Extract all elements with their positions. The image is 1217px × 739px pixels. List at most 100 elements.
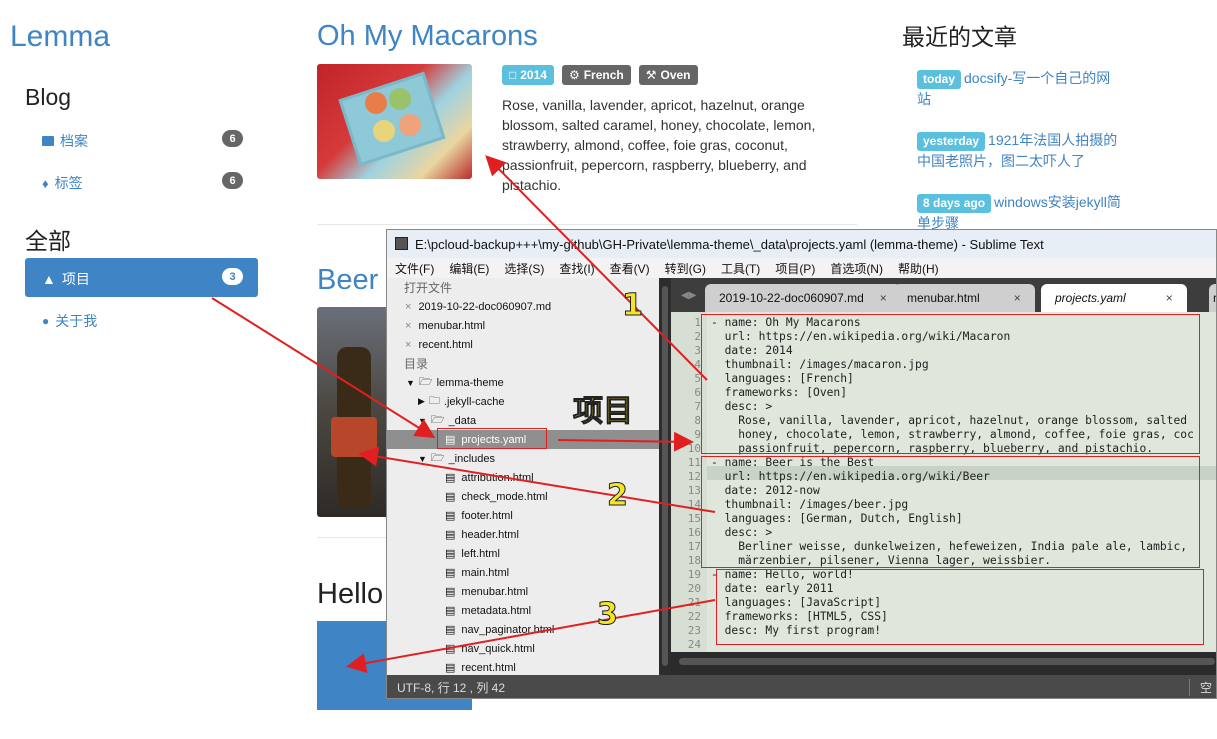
sidebar-item-archive[interactable]: 档案	[42, 131, 88, 151]
tree-file[interactable]: ▤ header.html	[445, 525, 519, 544]
line-number: 14	[687, 498, 701, 511]
tree-file[interactable]: ▤ check_mode.html	[445, 487, 548, 506]
tree-folder-root[interactable]: ▼ 🗁 lemma-theme	[406, 373, 504, 392]
site-title[interactable]: Lemma	[10, 20, 160, 54]
file-label: nav_paginator.html	[461, 623, 555, 636]
sidebar-item-about[interactable]: ● 关于我	[42, 311, 97, 331]
tree-file[interactable]: ▤ attribution.html	[445, 468, 534, 487]
tab-label: menubar.html	[907, 291, 980, 305]
file-label: main.html	[461, 566, 510, 579]
sidebar-scrollbar[interactable]	[659, 278, 671, 675]
close-icon[interactable]: ×	[405, 301, 411, 313]
tree-file[interactable]: ▤ footer.html	[445, 506, 513, 525]
line-number: 9	[694, 428, 701, 441]
close-icon[interactable]: ×	[880, 291, 887, 305]
tree-file[interactable]: ▤ nav_paginator.html	[445, 620, 554, 639]
line-number: 6	[694, 386, 701, 399]
annotation-number-2: 2	[607, 478, 629, 514]
status-text: UTF-8, 行 12 , 列 42	[397, 681, 506, 695]
tab-overflow[interactable]: r	[1209, 284, 1216, 312]
tab-menubar[interactable]: menubar.html ×	[893, 284, 1035, 312]
recent-post-item[interactable]: today docsify-写一个自己的网站	[917, 68, 1122, 109]
scrollbar-thumb[interactable]	[679, 658, 1215, 665]
menu-goto[interactable]: 转到(G)	[657, 260, 713, 277]
projects-count-badge: 3	[222, 268, 243, 285]
file-label: header.html	[461, 528, 519, 541]
language-icon: ⚙	[568, 68, 580, 82]
file-icon: ▤	[445, 662, 456, 674]
close-icon[interactable]: ×	[405, 339, 411, 351]
open-file-item[interactable]: × 2019-10-22-doc060907.md	[405, 297, 551, 316]
sidebar-item-label: 标签	[54, 175, 83, 191]
post-title-beer[interactable]: Beer	[317, 264, 378, 297]
post-title-macarons[interactable]: Oh My Macarons	[317, 20, 538, 53]
folder-label: _data	[448, 414, 477, 427]
tree-folder-jekyll-cache[interactable]: ▶ 🗀 .jekyll-cache	[418, 392, 504, 411]
menu-help[interactable]: 帮助(H)	[890, 260, 946, 277]
file-icon: ▤	[445, 624, 456, 636]
scrollbar-thumb[interactable]	[662, 286, 668, 666]
sidebar-item-tags[interactable]: ♦ 标签	[42, 173, 83, 193]
tab-nav-arrows-icon[interactable]: ◀▶	[681, 290, 696, 301]
menu-preferences[interactable]: 首选项(N)	[822, 260, 890, 277]
tag-label: French	[583, 68, 624, 82]
menu-view[interactable]: 查看(V)	[602, 260, 657, 277]
annotation-box-file	[437, 428, 547, 449]
close-icon[interactable]: ×	[1166, 291, 1173, 305]
user-icon: ●	[42, 314, 50, 328]
menu-project[interactable]: 项目(P)	[767, 260, 822, 277]
menu-edit[interactable]: 编辑(E)	[441, 260, 496, 277]
menu-tools[interactable]: 工具(T)	[713, 260, 767, 277]
tab-projects[interactable]: projects.yaml ×	[1041, 284, 1187, 312]
tags-count-badge: 6	[222, 172, 243, 189]
framework-tag[interactable]: ⚒ Oven	[638, 65, 698, 85]
line-number: 20	[687, 582, 701, 595]
sidebar-panel: 打开文件 × 2019-10-22-doc060907.md × menubar.h…	[387, 278, 659, 675]
tree-folder-includes[interactable]: ▼ 🗁 _includes	[418, 449, 495, 468]
window-titlebar[interactable]: E:\pcloud-backup+++\my-github\GH-Private…	[387, 230, 1216, 258]
file-label: menubar.html	[461, 585, 529, 598]
horizontal-scrollbar[interactable]	[671, 652, 1216, 675]
language-tag[interactable]: ⚙ French	[561, 65, 631, 85]
sidebar-item-label: 档案	[60, 133, 88, 149]
file-label: check_mode.html	[461, 490, 548, 503]
tab-doc[interactable]: 2019-10-22-doc060907.md ×	[705, 284, 901, 312]
menu-file[interactable]: 文件(F)	[387, 260, 441, 277]
flask-icon: ▲	[42, 271, 56, 287]
file-label: attribution.html	[461, 471, 534, 484]
open-file-item[interactable]: × menubar.html	[405, 316, 485, 335]
status-right[interactable]: 空	[1188, 679, 1212, 696]
line-number: 13	[687, 484, 701, 497]
open-file-item[interactable]: × recent.html	[405, 335, 473, 354]
time-badge: today	[917, 70, 962, 89]
file-label: left.html	[461, 547, 500, 560]
post-title-hello[interactable]: Hello	[317, 578, 383, 611]
tree-file[interactable]: ▤ menubar.html	[445, 582, 528, 601]
tree-file[interactable]: ▤ metadata.html	[445, 601, 531, 620]
recent-post-item[interactable]: 8 days ago windows安装jekyll简单步骤	[917, 192, 1122, 233]
line-number: 10	[687, 442, 701, 455]
macaron-thumbnail[interactable]	[317, 64, 472, 179]
wrench-icon: ⚒	[645, 68, 657, 82]
date-tag[interactable]: □ 2014	[502, 65, 554, 85]
menu-selection[interactable]: 选择(S)	[496, 260, 551, 277]
file-icon: ▤	[445, 510, 456, 522]
calendar-icon: □	[509, 68, 517, 82]
close-icon[interactable]: ×	[405, 320, 411, 332]
close-icon[interactable]: ×	[1014, 291, 1021, 305]
recent-post-item[interactable]: yesterday 1921年法国人拍摄的中国老照片，图二太吓人了	[917, 130, 1122, 171]
line-number: 12	[687, 470, 701, 483]
tree-file[interactable]: ▤ nav_quick.html	[445, 639, 535, 658]
blog-heading: Blog	[25, 84, 72, 110]
tree-file[interactable]: ▤ main.html	[445, 563, 509, 582]
line-number: 16	[687, 526, 701, 539]
archive-count-badge: 6	[222, 130, 243, 147]
folder-label: .jekyll-cache	[443, 395, 505, 408]
tree-file[interactable]: ▤ left.html	[445, 544, 500, 563]
archive-icon	[42, 136, 54, 146]
sidebar-item-projects[interactable]: ▲ 项目 3	[25, 258, 258, 297]
status-bar: UTF-8, 行 12 , 列 42 空	[387, 675, 1216, 698]
file-icon: ▤	[445, 548, 456, 560]
tag-label: 2014	[520, 68, 547, 82]
menu-find[interactable]: 查找(I)	[551, 260, 601, 277]
